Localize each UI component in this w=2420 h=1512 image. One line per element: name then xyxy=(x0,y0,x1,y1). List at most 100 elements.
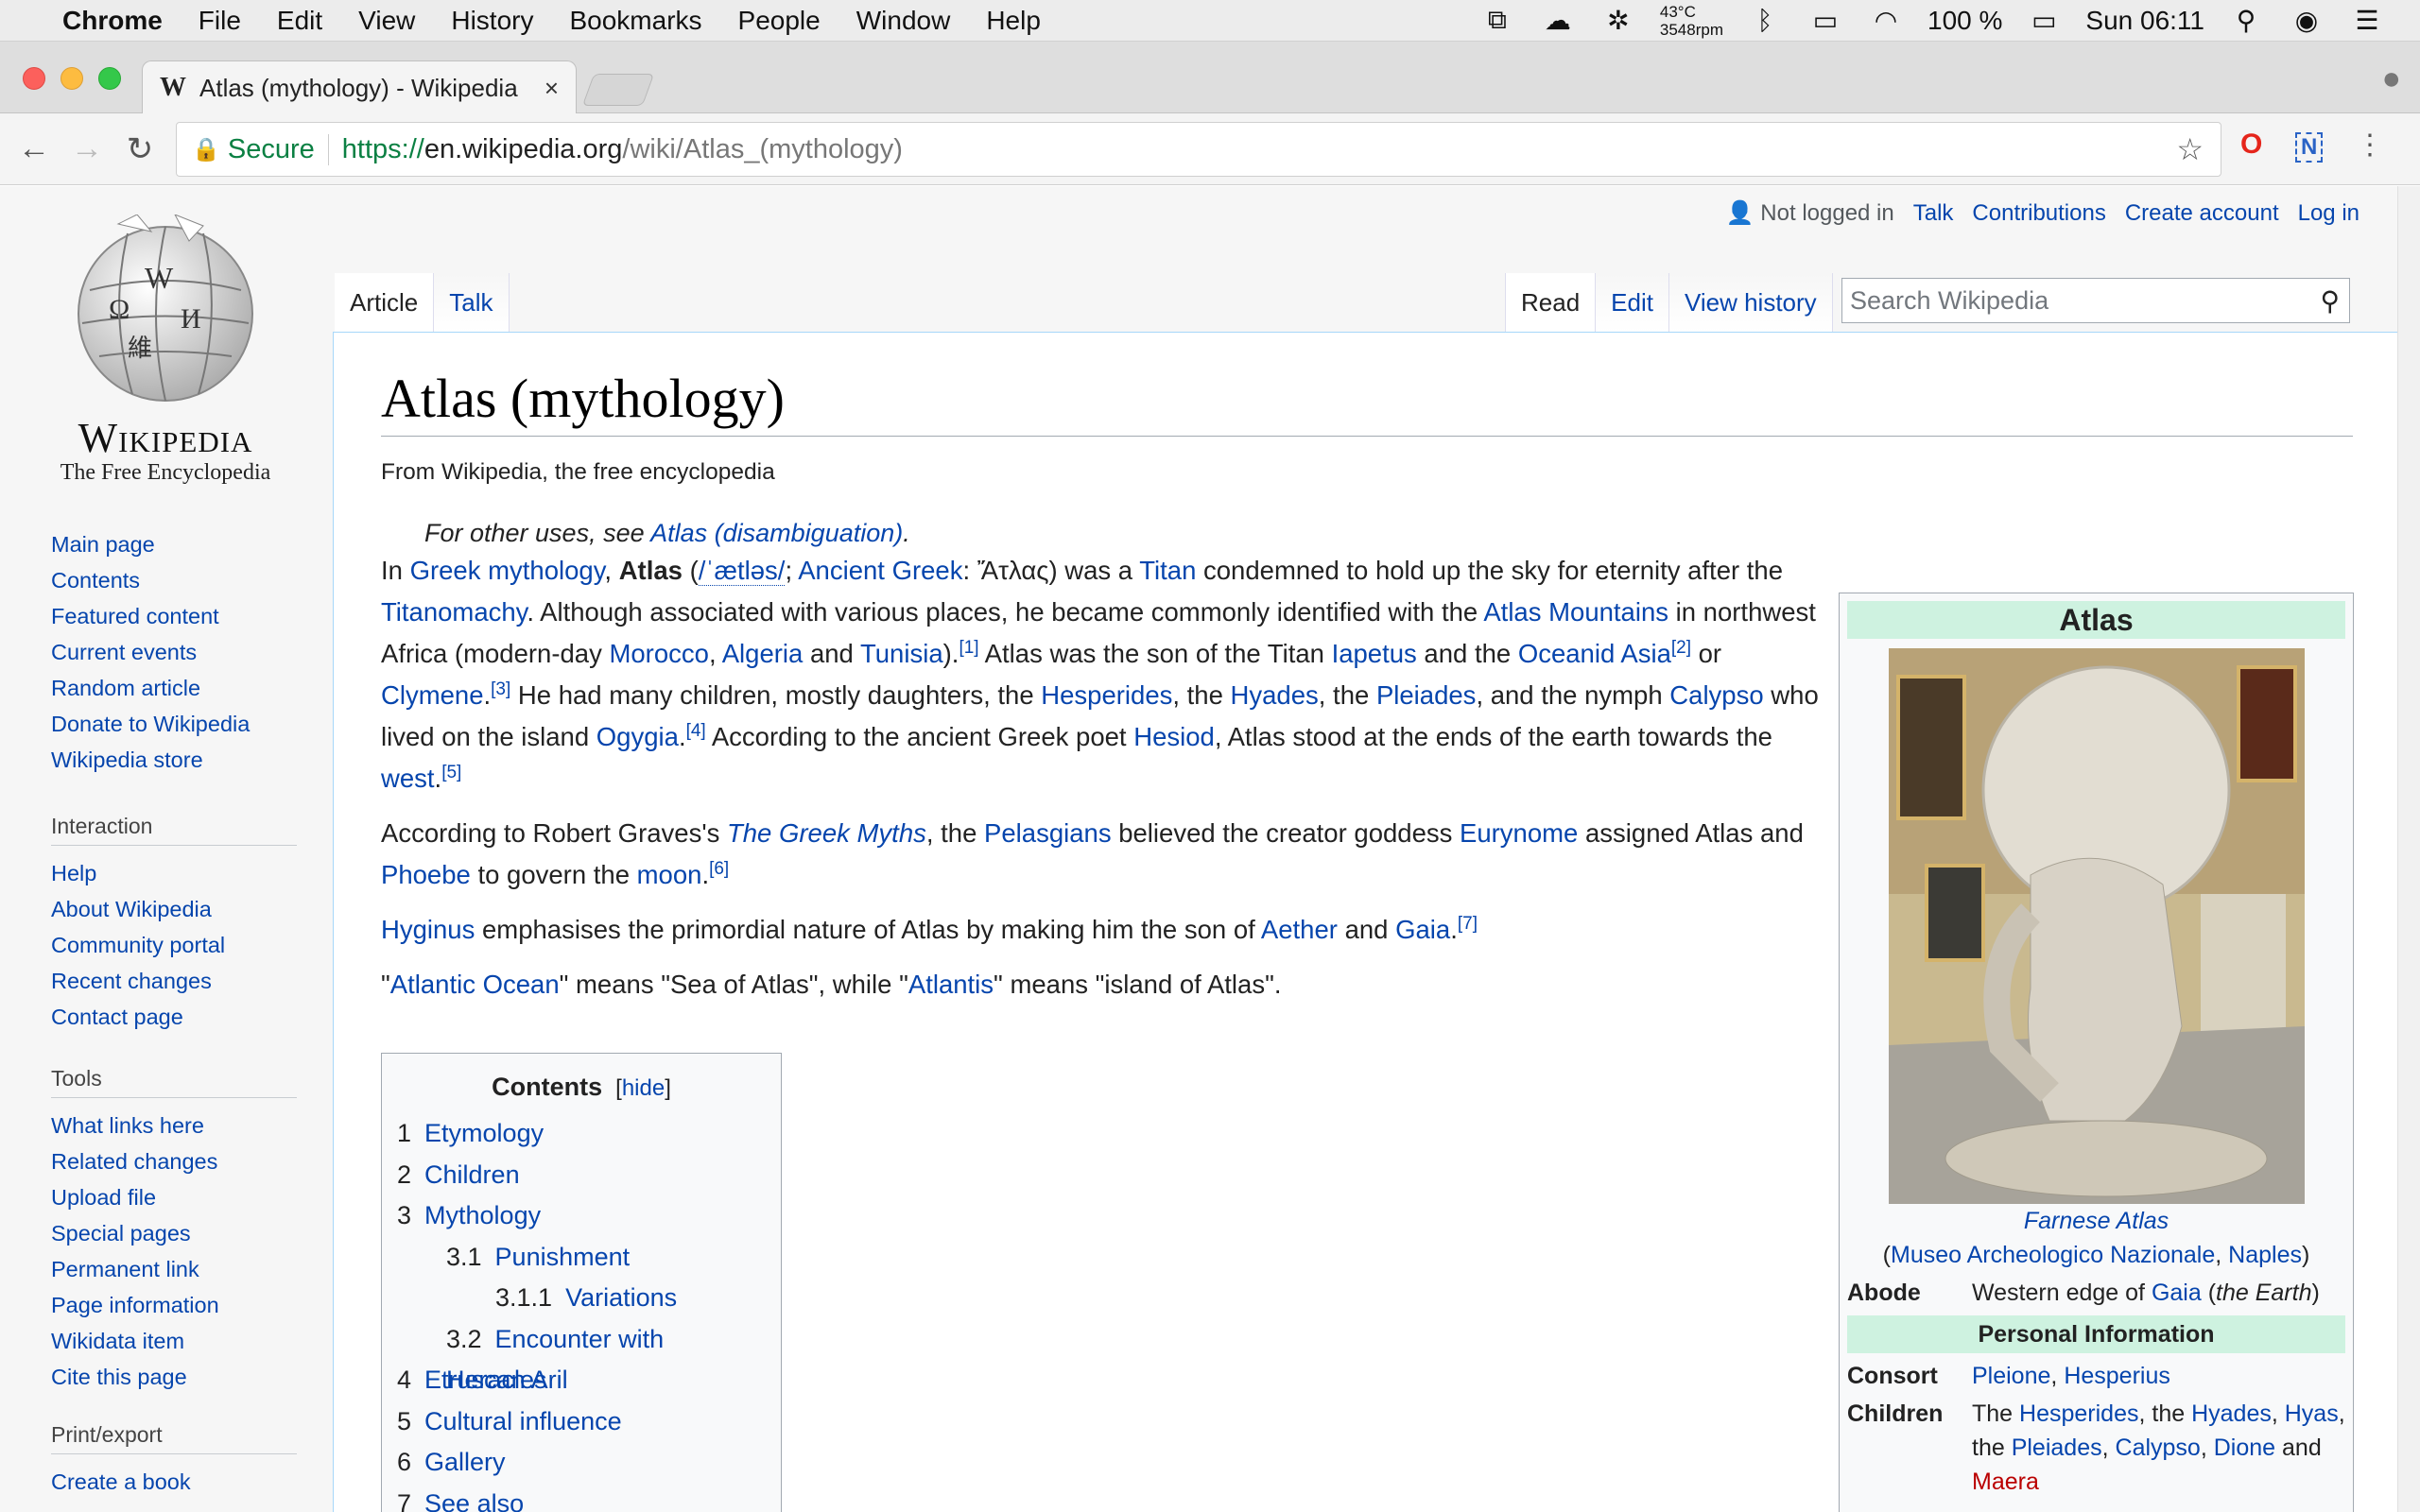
toc-link-etruscan-aril[interactable]: Etruscan Aril xyxy=(424,1366,568,1394)
gear-status-icon[interactable]: ✲ xyxy=(1599,5,1637,36)
caption-naples-link[interactable]: Naples xyxy=(2228,1242,2302,1268)
temperature-readout[interactable]: 43°C 3548rpm xyxy=(1660,3,1723,39)
tab-article[interactable]: Article xyxy=(335,273,435,332)
menu-bookmarks[interactable]: Bookmarks xyxy=(569,6,701,36)
sidebar-item-upload-file[interactable]: Upload file xyxy=(51,1179,297,1215)
toc-item[interactable]: 4 Etruscan Aril xyxy=(397,1360,766,1401)
hatnote-disambiguation-link[interactable]: Atlas (disambiguation) xyxy=(650,519,903,547)
link-eurynome[interactable]: Eurynome xyxy=(1460,818,1578,848)
notification-center-icon[interactable]: ☰ xyxy=(2348,5,2386,36)
link-gaia[interactable]: Gaia xyxy=(1395,915,1450,944)
toc-link-gallery[interactable]: Gallery xyxy=(424,1448,506,1476)
link-calypso[interactable]: Calypso xyxy=(1669,680,1763,710)
toc-link-etymology[interactable]: Etymology xyxy=(424,1119,544,1147)
ref-6[interactable]: [6] xyxy=(709,859,729,879)
bookmark-star-icon[interactable]: ☆ xyxy=(2176,131,2204,167)
child-calypso-link[interactable]: Calypso xyxy=(2116,1435,2201,1461)
menu-view[interactable]: View xyxy=(358,6,415,36)
creative-cloud-icon[interactable]: ☁ xyxy=(1539,5,1577,36)
link-iapetus[interactable]: Iapetus xyxy=(1332,639,1417,668)
ref-2[interactable]: [2] xyxy=(1671,638,1691,658)
child-dione-link[interactable]: Dione xyxy=(2214,1435,2275,1461)
contributions-link[interactable]: Contributions xyxy=(1972,200,2105,227)
window-minimize-button[interactable] xyxy=(60,67,83,90)
toc-item[interactable]: 1 Etymology xyxy=(397,1113,766,1155)
toc-link-see-also[interactable]: See also xyxy=(424,1489,524,1512)
page-scrollbar[interactable] xyxy=(2397,186,2420,1512)
airplay-icon[interactable]: ▭ xyxy=(1806,5,1844,36)
ref-3[interactable]: [3] xyxy=(491,679,510,699)
chrome-menu-icon[interactable]: ⋮ xyxy=(2356,129,2384,162)
caption-museum-link[interactable]: Museo Archeologico Nazionale xyxy=(1891,1242,2215,1268)
link-oceanid-asia[interactable]: Oceanid Asia xyxy=(1518,639,1671,668)
child-pleiades-link[interactable]: Pleiades xyxy=(2012,1435,2102,1461)
tab-edit[interactable]: Edit xyxy=(1596,273,1669,332)
child-hesperides-link[interactable]: Hesperides xyxy=(2019,1400,2138,1427)
sidebar-item-page-information[interactable]: Page information xyxy=(51,1287,297,1323)
link-titan[interactable]: Titan xyxy=(1139,556,1196,585)
clock[interactable]: Sun 06:11 xyxy=(2085,6,2204,36)
link-algeria[interactable]: Algeria xyxy=(722,639,804,668)
search-input[interactable]: Search Wikipedia ⚲ xyxy=(1841,278,2350,323)
address-bar[interactable]: 🔒 Secure https://en.wikipedia.org/wiki/A… xyxy=(176,122,2221,177)
menu-file[interactable]: File xyxy=(199,6,241,36)
consort-hesperius-link[interactable]: Hesperius xyxy=(2064,1363,2170,1389)
toc-item[interactable]: 3 Mythology xyxy=(397,1195,766,1237)
toc-hide-toggle[interactable]: [hide] xyxy=(615,1075,671,1101)
toc-hide-link[interactable]: hide xyxy=(622,1075,665,1101)
reload-icon[interactable]: ↻ xyxy=(113,130,166,168)
toc-item[interactable]: 6 Gallery xyxy=(397,1442,766,1484)
sidebar-item-recent-changes[interactable]: Recent changes xyxy=(51,963,297,999)
forward-arrow-icon[interactable]: → xyxy=(60,130,113,167)
new-tab-button[interactable] xyxy=(581,74,655,106)
menu-edit[interactable]: Edit xyxy=(277,6,322,36)
sidebar-item-wikidata-item[interactable]: Wikidata item xyxy=(51,1323,297,1359)
toc-item[interactable]: 3.2 Encounter with Heracles xyxy=(397,1319,766,1395)
tab-view-history[interactable]: View history xyxy=(1668,273,1833,332)
personal-talk-link[interactable]: Talk xyxy=(1913,200,1954,227)
spotlight-search-icon[interactable]: ⚲ xyxy=(2227,5,2265,36)
create-account-link[interactable]: Create account xyxy=(2125,200,2279,227)
sidebar-item-create-book[interactable]: Create a book xyxy=(51,1464,297,1500)
link-ogygia[interactable]: Ogygia xyxy=(596,722,679,751)
farnese-atlas-image[interactable] xyxy=(1888,648,2305,1204)
bluetooth-icon[interactable]: ᛒ xyxy=(1746,6,1784,36)
dropbox-icon[interactable]: ⧉ xyxy=(1478,5,1516,36)
link-pelasgians[interactable]: Pelasgians xyxy=(984,818,1112,848)
child-hyades-link[interactable]: Hyades xyxy=(2191,1400,2272,1427)
ref-7[interactable]: [7] xyxy=(1458,914,1478,934)
toc-item[interactable]: 5 Cultural influence xyxy=(397,1401,766,1443)
browser-tab-active[interactable]: W Atlas (mythology) - Wikipedia × xyxy=(142,60,577,114)
sidebar-item-contents[interactable]: Contents xyxy=(51,562,250,598)
toc-link-mythology[interactable]: Mythology xyxy=(424,1201,541,1229)
toc-link-cultural-influence[interactable]: Cultural influence xyxy=(424,1407,622,1435)
link-ancient-greek[interactable]: Ancient Greek xyxy=(798,556,962,585)
wifi-icon[interactable]: ◠ xyxy=(1867,5,1905,36)
n-extension-icon[interactable]: N xyxy=(2295,132,2324,163)
child-maera-link[interactable]: Maera xyxy=(1972,1469,2039,1495)
link-atlantic-ocean[interactable]: Atlantic Ocean xyxy=(390,970,560,999)
window-close-button[interactable] xyxy=(23,67,45,90)
wikipedia-logo[interactable]: W Ω И 維 Wikipedia The Free Encyclopedia xyxy=(47,214,284,486)
sidebar-item-help[interactable]: Help xyxy=(51,855,297,891)
window-zoom-button[interactable] xyxy=(98,67,121,90)
battery-icon[interactable]: ▭ xyxy=(2025,5,2063,36)
sidebar-item-random-article[interactable]: Random article xyxy=(51,670,250,706)
link-hyginus[interactable]: Hyginus xyxy=(381,915,475,944)
ref-4[interactable]: [4] xyxy=(686,721,706,741)
toc-item[interactable]: 7 See also xyxy=(397,1484,766,1512)
link-ipa[interactable]: /ˈætləs/ xyxy=(698,556,786,586)
link-aether[interactable]: Aether xyxy=(1261,915,1338,944)
link-tunisia[interactable]: Tunisia xyxy=(860,639,943,668)
tab-read[interactable]: Read xyxy=(1505,273,1597,332)
toc-link-children[interactable]: Children xyxy=(424,1160,520,1189)
search-icon[interactable]: ⚲ xyxy=(2320,285,2340,317)
sidebar-item-current-events[interactable]: Current events xyxy=(51,634,250,670)
sidebar-item-related-changes[interactable]: Related changes xyxy=(51,1143,297,1179)
menu-people[interactable]: People xyxy=(738,6,821,36)
battery-percent[interactable]: 100 % xyxy=(1927,6,2002,36)
link-atlantis[interactable]: Atlantis xyxy=(908,970,994,999)
toc-link-punishment[interactable]: Punishment xyxy=(495,1243,631,1271)
consort-pleione-link[interactable]: Pleione xyxy=(1972,1363,2050,1389)
menu-history[interactable]: History xyxy=(451,6,533,36)
